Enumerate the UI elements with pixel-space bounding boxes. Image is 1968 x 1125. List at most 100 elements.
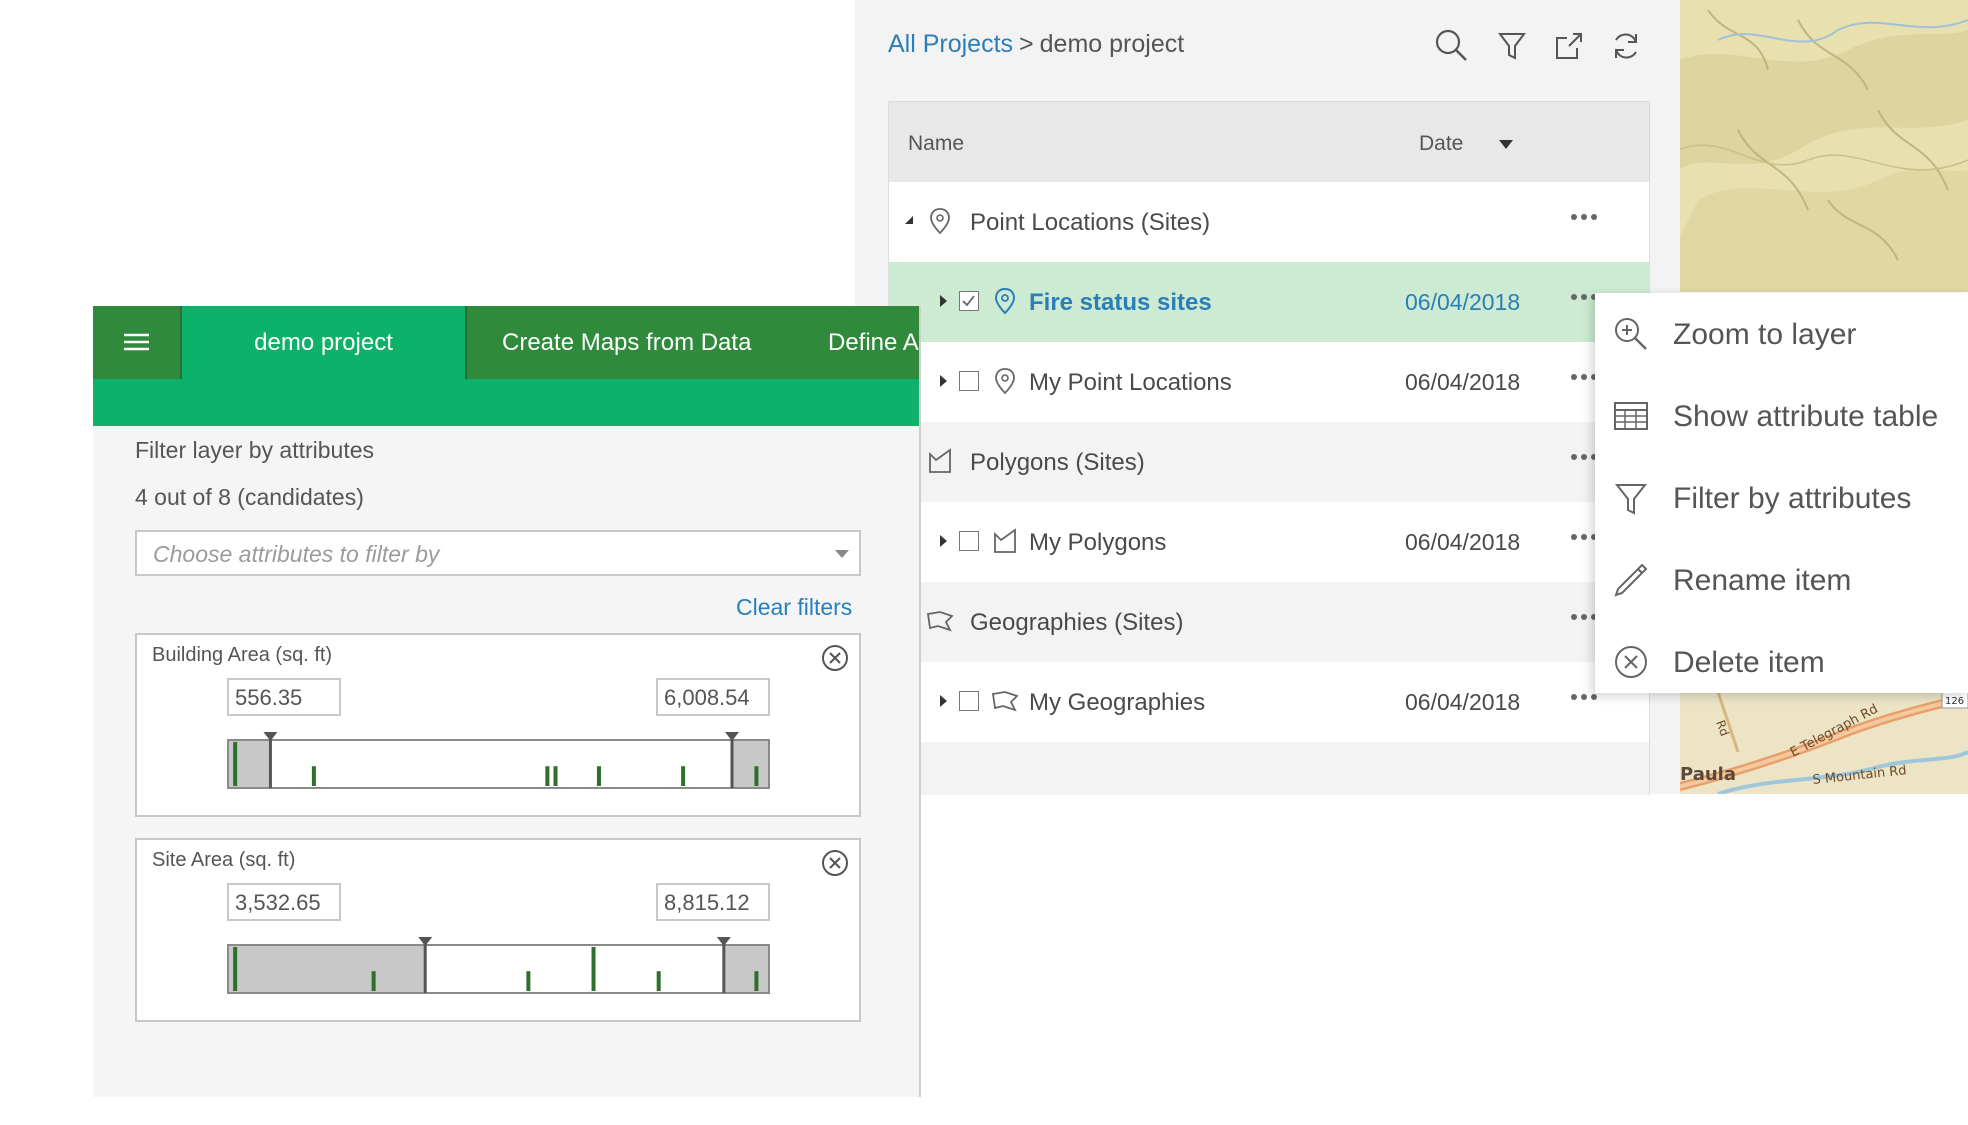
- search-icon[interactable]: [1432, 26, 1472, 66]
- remove-filter-icon[interactable]: [820, 848, 850, 878]
- histogram-bar: [681, 766, 686, 786]
- layer-date: 06/04/2018: [1405, 529, 1521, 555]
- tree-group-row[interactable]: Point Locations (Sites): [889, 182, 1649, 262]
- range-min-input[interactable]: 3,532.65: [227, 883, 341, 921]
- range-max-input[interactable]: 6,008.54: [656, 678, 770, 716]
- refresh-icon[interactable]: [1606, 26, 1646, 66]
- candidate-count: 4 out of 8 (candidates): [135, 484, 364, 510]
- map-place-label: Paula: [1680, 764, 1736, 785]
- tree-group-label: Geographies (Sites): [970, 609, 1184, 636]
- layer-date: 06/04/2018: [1405, 369, 1521, 395]
- layer-date: 06/04/2018: [1405, 689, 1521, 715]
- tab-bar: demo project Create Maps from Data Defin…: [93, 306, 919, 379]
- map-view-lower[interactable]: E Telegraph Rd S Mountain Rd Paula Rd 12…: [1678, 692, 1968, 794]
- menu-item-filter-by-attributes[interactable]: Filter by attributes: [1595, 457, 1968, 539]
- menu-item-show-attribute-table[interactable]: Show attribute table: [1595, 375, 1968, 457]
- histogram-bar: [754, 766, 759, 786]
- range-histogram[interactable]: [227, 732, 770, 790]
- histogram-bar: [656, 971, 661, 991]
- filter-section-title: Filter layer by attributes: [135, 437, 375, 463]
- range-max-value: 8,815.12: [664, 890, 750, 915]
- layer-checkbox[interactable]: [959, 371, 979, 391]
- hamburger-icon[interactable]: [93, 306, 180, 379]
- layer-checkbox[interactable]: [959, 291, 979, 311]
- pencil-icon: [1612, 561, 1650, 599]
- table-icon: [1612, 397, 1650, 435]
- filter-icon[interactable]: [1492, 26, 1532, 66]
- tree-layer-row[interactable]: My Polygons 06/04/2018: [889, 502, 1649, 582]
- menu-item-label: Filter by attributes: [1673, 482, 1912, 515]
- layer-checkbox[interactable]: [959, 691, 979, 711]
- histogram-bar: [526, 971, 531, 991]
- range-max-input[interactable]: 8,815.12: [656, 883, 770, 921]
- polygon-icon: [926, 446, 954, 476]
- filter-panel: demo project Create Maps from Data Defin…: [93, 306, 921, 1097]
- range-filter-building-area: Building Area (sq. ft) 556.35 6,008.54: [135, 633, 861, 817]
- tree-layer-row[interactable]: My Geographies 06/04/2018: [889, 662, 1649, 742]
- tree-layer-label: Fire status sites: [1029, 289, 1212, 316]
- header-band: [93, 379, 919, 426]
- range-histogram[interactable]: [227, 937, 770, 995]
- more-options-icon[interactable]: [1569, 212, 1599, 222]
- collapsed-caret-icon[interactable]: [937, 294, 949, 308]
- range-filter-title: Building Area (sq. ft): [152, 644, 333, 666]
- breadcrumb-current: demo project: [1039, 30, 1185, 58]
- collapsed-caret-icon[interactable]: [937, 374, 949, 388]
- tree-header: Name Date: [889, 102, 1649, 182]
- tree-layer-label: My Geographies: [1029, 689, 1206, 716]
- column-header-date[interactable]: Date: [1419, 132, 1463, 156]
- zoom-in-icon: [1612, 315, 1650, 353]
- range-min-input[interactable]: 556.35: [227, 678, 341, 716]
- histogram-bar: [311, 766, 316, 786]
- tab-define[interactable]: Define A: [828, 306, 919, 379]
- tree-layer-label: My Polygons: [1029, 529, 1167, 556]
- tree-group-row[interactable]: Geographies (Sites): [889, 582, 1649, 662]
- map-view[interactable]: [1678, 0, 1968, 292]
- pin-icon: [926, 206, 954, 236]
- range-min-value: 556.35: [235, 685, 303, 710]
- histogram-bar: [553, 766, 558, 786]
- tab-create-maps[interactable]: Create Maps from Data: [502, 306, 751, 379]
- menu-item-label: Zoom to layer: [1673, 318, 1857, 351]
- tree-layer-row[interactable]: Fire status sites 06/04/2018: [889, 262, 1649, 342]
- histogram-bar: [233, 742, 238, 786]
- breadcrumb-root-link[interactable]: All Projects: [888, 30, 1013, 58]
- remove-filter-icon[interactable]: [820, 643, 850, 673]
- tree-group-row[interactable]: Polygons (Sites): [889, 422, 1649, 502]
- excluded-range-right: [723, 946, 768, 992]
- tree-layer-row[interactable]: My Point Locations 06/04/2018: [889, 342, 1649, 422]
- attribute-select[interactable]: Choose attributes to filter by: [135, 530, 861, 576]
- collapsed-caret-icon[interactable]: [937, 694, 949, 708]
- tab-demo-project[interactable]: demo project: [182, 306, 465, 379]
- menu-item-rename-item[interactable]: Rename item: [1595, 539, 1968, 621]
- pin-icon: [991, 366, 1019, 396]
- excluded-range-left: [229, 946, 426, 992]
- tree-layer-label: My Point Locations: [1029, 369, 1232, 396]
- attribute-select-placeholder: Choose attributes to filter by: [153, 541, 440, 567]
- layer-checkbox[interactable]: [959, 531, 979, 551]
- clear-filters-link[interactable]: Clear filters: [736, 594, 852, 621]
- range-filter-title: Site Area (sq. ft): [152, 849, 296, 871]
- histogram-bar: [591, 947, 596, 991]
- collapsed-caret-icon[interactable]: [937, 534, 949, 548]
- project-panel: All Projects > demo project Name Date Poin: [855, 0, 1680, 795]
- menu-item-label: Show attribute table: [1673, 400, 1939, 433]
- menu-item-label: Delete item: [1673, 646, 1825, 679]
- expanded-caret-icon[interactable]: [903, 214, 915, 228]
- breadcrumb: All Projects > demo project: [888, 30, 1184, 59]
- export-icon[interactable]: [1549, 26, 1589, 66]
- range-filter-site-area: Site Area (sq. ft) 3,532.65 8,815.12: [135, 838, 861, 1022]
- menu-item-label: Rename item: [1673, 564, 1852, 597]
- tab-divider: [465, 306, 467, 379]
- histogram-bar: [754, 971, 759, 991]
- breadcrumb-separator: >: [1019, 30, 1034, 58]
- menu-item-delete-item[interactable]: Delete item: [1595, 621, 1968, 703]
- menu-item-zoom-to-layer[interactable]: Zoom to layer: [1595, 293, 1968, 375]
- excluded-range-right: [731, 741, 768, 787]
- tree-group-label: Point Locations (Sites): [970, 209, 1211, 236]
- map-roads: E Telegraph Rd S Mountain Rd Paula Rd 12…: [1678, 692, 1968, 794]
- column-header-name[interactable]: Name: [908, 132, 964, 156]
- sort-desc-icon[interactable]: [1499, 140, 1513, 150]
- histogram-bar: [545, 766, 550, 786]
- geography-icon: [926, 606, 954, 636]
